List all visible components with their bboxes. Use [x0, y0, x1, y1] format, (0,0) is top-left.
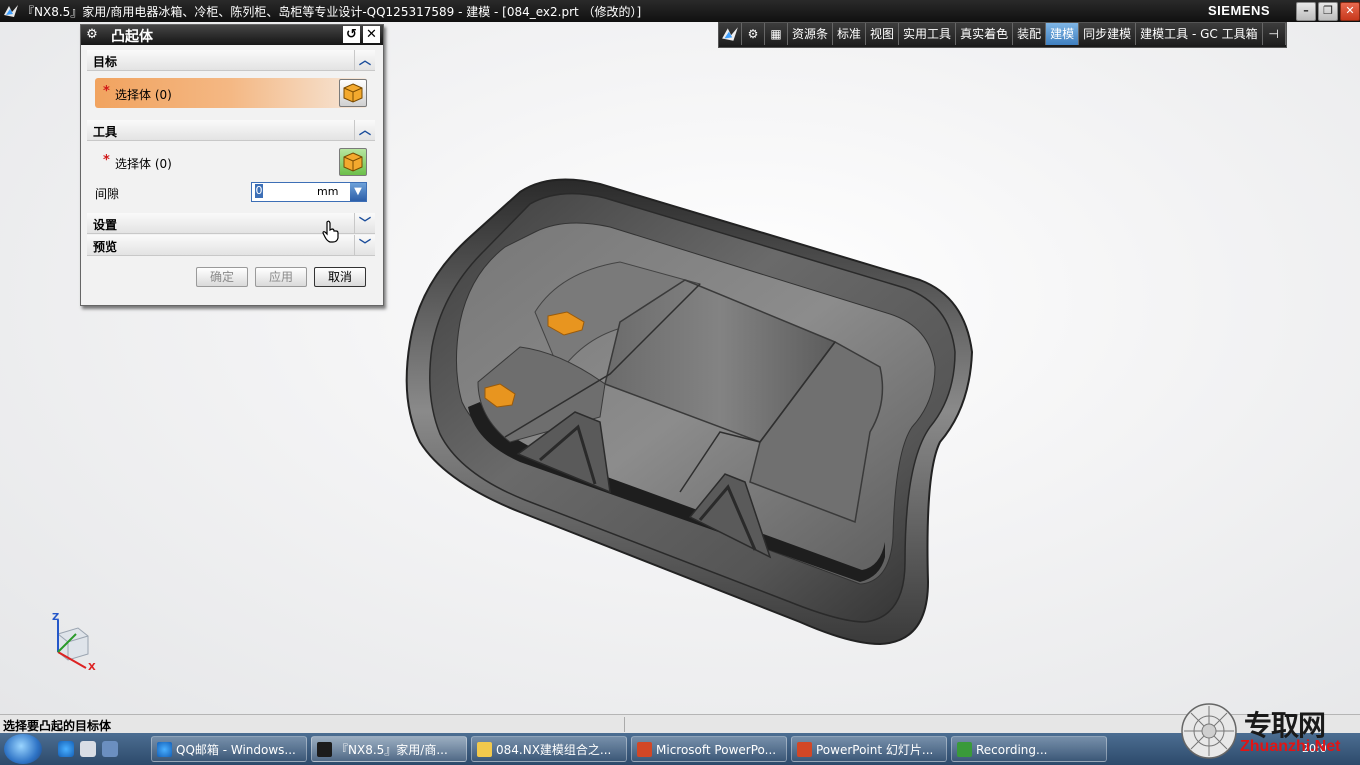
- tab-synchronous-modeling[interactable]: 同步建模: [1079, 23, 1137, 45]
- ie-icon: [157, 742, 172, 757]
- powerpoint-icon: [637, 742, 652, 757]
- taskbar-label: Recording...: [976, 743, 1048, 757]
- toolbar-options-icon[interactable]: ⊣: [1262, 23, 1286, 45]
- taskbar-item-slideshow[interactable]: PowerPoint 幻灯片...: [791, 736, 947, 762]
- main-toolbar: ⚙ ▦ 资源条 标准 视图 实用工具 真实着色 装配 建模 同步建模 建模工具 …: [718, 22, 1287, 48]
- taskbar-item-nx[interactable]: 『NX8.5』家用/商...: [311, 736, 467, 762]
- minimize-button[interactable]: –: [1296, 2, 1316, 21]
- nx-logo-icon[interactable]: [719, 23, 742, 45]
- status-separator: [624, 717, 625, 732]
- cancel-button[interactable]: 取消: [314, 267, 366, 287]
- taskbar-label: 『NX8.5』家用/商...: [336, 743, 448, 757]
- section-tool[interactable]: 工具 ︿: [87, 120, 375, 141]
- taskbar-item-qqmail[interactable]: QQ邮箱 - Windows...: [151, 736, 307, 762]
- section-target-title: 目标: [93, 55, 118, 69]
- collapse-target-icon[interactable]: ︿: [354, 50, 375, 70]
- nx-app-icon[interactable]: [3, 3, 19, 19]
- expand-preview-icon[interactable]: ﹀: [354, 235, 375, 255]
- target-select-row[interactable]: * 选择体 (0): [95, 78, 367, 108]
- apply-button[interactable]: 应用: [255, 267, 307, 287]
- status-message: 选择要凸起的目标体: [3, 719, 112, 733]
- window-titlebar: 『NX8.5』家用/商用电器冰箱、冷柜、陈列柜、岛柜等专业设计-QQ125317…: [0, 0, 1360, 22]
- axis-x-label: X: [88, 662, 96, 673]
- tab-view[interactable]: 视图: [866, 23, 900, 45]
- gap-unit: mm: [317, 185, 339, 198]
- show-desktop-icon[interactable]: [80, 741, 96, 757]
- required-icon: *: [103, 153, 110, 168]
- taskbar-label: Microsoft PowerPo...: [656, 743, 777, 757]
- tab-gc-toolkit[interactable]: 建模工具 - GC 工具箱: [1136, 23, 1263, 45]
- section-settings-title: 设置: [93, 218, 118, 232]
- target-select-label: 选择体 (0): [115, 88, 172, 102]
- section-tool-title: 工具: [93, 125, 118, 139]
- required-icon: *: [103, 84, 110, 99]
- taskbar-label: 084.NX建模组合之...: [496, 743, 612, 757]
- start-button[interactable]: [4, 734, 42, 764]
- status-bar: 选择要凸起的目标体: [0, 714, 1360, 734]
- close-button[interactable]: ✕: [1340, 2, 1360, 21]
- section-target[interactable]: 目标 ︿: [87, 50, 375, 71]
- select-body-cube-icon[interactable]: [339, 79, 367, 107]
- tab-resource-bar[interactable]: 资源条: [788, 23, 834, 45]
- collapse-tool-icon[interactable]: ︿: [354, 120, 375, 140]
- axis-z-label: Z: [52, 612, 60, 623]
- hand-cursor-icon: [322, 220, 339, 243]
- wcs-triad: Z X: [46, 612, 98, 678]
- nx-app-icon: [317, 742, 332, 757]
- ok-button[interactable]: 确定: [196, 267, 248, 287]
- gap-value[interactable]: 0: [255, 184, 263, 198]
- tab-standard[interactable]: 标准: [833, 23, 867, 45]
- taskbar-label: QQ邮箱 - Windows...: [176, 743, 296, 757]
- dialog-close-icon[interactable]: ✕: [363, 26, 380, 43]
- restore-button[interactable]: ❐: [1318, 2, 1338, 21]
- tool-select-label: 选择体 (0): [115, 157, 172, 171]
- siemens-logo: SIEMENS: [1208, 3, 1271, 18]
- watermark: 专取网 Zhuanzhi.Net: [1180, 700, 1360, 765]
- grid-icon[interactable]: ▦: [765, 23, 788, 45]
- window-title: 『NX8.5』家用/商用电器冰箱、冷柜、陈列柜、岛柜等专业设计-QQ125317…: [22, 5, 642, 19]
- powerpoint-icon: [797, 742, 812, 757]
- gear-icon[interactable]: ⚙: [742, 23, 765, 45]
- emboss-body-dialog: ⚙ 凸起体 ↺ ✕ 目标 ︿ * 选择体 (0) 工具 ︿ * 选择体 (0) …: [80, 24, 384, 306]
- tab-utilities[interactable]: 实用工具: [899, 23, 957, 45]
- explorer-quicklaunch-icon[interactable]: [102, 741, 118, 757]
- tab-true-shading[interactable]: 真实着色: [956, 23, 1014, 45]
- select-tool-cube-icon[interactable]: [339, 148, 367, 176]
- dialog-gear-icon[interactable]: ⚙: [83, 26, 101, 44]
- folder-icon: [477, 742, 492, 757]
- windows-taskbar: QQ邮箱 - Windows... 『NX8.5』家用/商... 084.NX建…: [0, 733, 1360, 765]
- gap-dropdown-icon[interactable]: ▼: [350, 183, 366, 201]
- taskbar-item-folder[interactable]: 084.NX建模组合之...: [471, 736, 627, 762]
- gap-input[interactable]: 0 mm ▼: [251, 182, 367, 202]
- dialog-header: ⚙ 凸起体 ↺ ✕: [81, 25, 383, 45]
- watermark-ball-icon: [1181, 703, 1237, 759]
- reset-icon[interactable]: ↺: [343, 26, 360, 43]
- taskbar-label: PowerPoint 幻灯片...: [816, 743, 934, 757]
- expand-settings-icon[interactable]: ﹀: [354, 213, 375, 233]
- gap-label: 间隙: [95, 187, 120, 201]
- watermark-url: Zhuanzhi.Net: [1240, 738, 1341, 755]
- recorder-icon: [957, 742, 972, 757]
- tool-select-row[interactable]: * 选择体 (0): [95, 147, 367, 177]
- tab-assembly[interactable]: 装配: [1013, 23, 1047, 45]
- section-preview-title: 预览: [93, 240, 118, 254]
- dialog-title: 凸起体: [111, 29, 153, 45]
- tab-modeling[interactable]: 建模: [1046, 23, 1080, 45]
- taskbar-item-recording[interactable]: Recording...: [951, 736, 1107, 762]
- ie-icon[interactable]: [58, 741, 74, 757]
- taskbar-item-powerpoint[interactable]: Microsoft PowerPo...: [631, 736, 787, 762]
